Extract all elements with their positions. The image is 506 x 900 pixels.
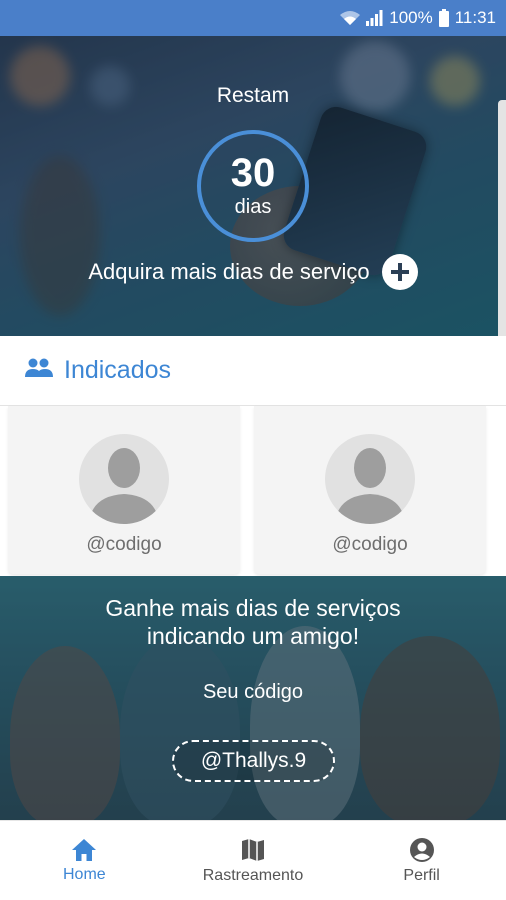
remaining-label: Restam <box>216 84 290 107</box>
referred-card[interactable]: @codigo <box>254 406 486 574</box>
signal-icon <box>365 10 383 26</box>
nav-tracking-label: Rastreamento <box>202 866 304 884</box>
person-placeholder-icon <box>335 448 405 524</box>
your-code-label: Seu código <box>202 681 304 703</box>
wifi-icon <box>339 10 361 26</box>
add-days-button[interactable] <box>381 254 418 290</box>
buy-more-days-row[interactable]: Adquira mais dias de serviço <box>0 254 506 290</box>
referral-headline-line1: Ganhe mais dias de serviços <box>105 595 401 621</box>
referred-card[interactable]: @codigo <box>8 406 240 574</box>
nav-home-label: Home <box>62 865 106 883</box>
referred-code: @codigo <box>332 534 408 555</box>
people-icon <box>24 357 54 384</box>
referred-code: @codigo <box>86 534 162 555</box>
plus-icon <box>390 263 409 281</box>
avatar <box>79 434 169 524</box>
referred-list: @codigo @codigo <box>0 406 506 576</box>
avatar <box>325 434 415 524</box>
referral-headline-line2: indicando um amigo! <box>146 623 360 649</box>
buy-more-days-label[interactable]: Adquira mais dias de serviço <box>88 259 369 285</box>
bottom-navigation: Home Rastreamento Perfil <box>0 820 506 900</box>
nav-home[interactable]: Home <box>9 838 159 884</box>
account-circle-icon <box>409 837 434 862</box>
referral-banner: Ganhe mais dias de serviços indicando um… <box>0 576 506 820</box>
person-placeholder-icon <box>89 448 159 524</box>
days-unit: dias <box>234 196 272 218</box>
battery-icon <box>438 9 449 27</box>
days-counter: 30 dias <box>197 130 309 242</box>
referral-headline: Ganhe mais dias de serviços indicando um… <box>0 594 506 650</box>
status-bar: 100% 11:31 <box>0 0 506 36</box>
days-number: 30 <box>230 151 276 195</box>
section-title: Indicados <box>64 356 172 384</box>
days-remaining-hero: Restam 30 dias Adquira mais dias de serv… <box>0 36 506 336</box>
referral-code-pill[interactable]: @Thallys.9 <box>172 740 335 782</box>
map-icon <box>241 838 264 861</box>
nav-tracking[interactable]: Rastreamento <box>178 837 328 885</box>
indicados-header: Indicados <box>0 336 506 406</box>
clock: 11:31 <box>454 8 496 27</box>
scrollbar[interactable] <box>498 100 506 366</box>
nav-profile[interactable]: Perfil <box>347 837 497 885</box>
home-icon <box>72 838 97 861</box>
battery-percent: 100% <box>389 8 433 27</box>
nav-profile-label: Perfil <box>403 866 440 884</box>
